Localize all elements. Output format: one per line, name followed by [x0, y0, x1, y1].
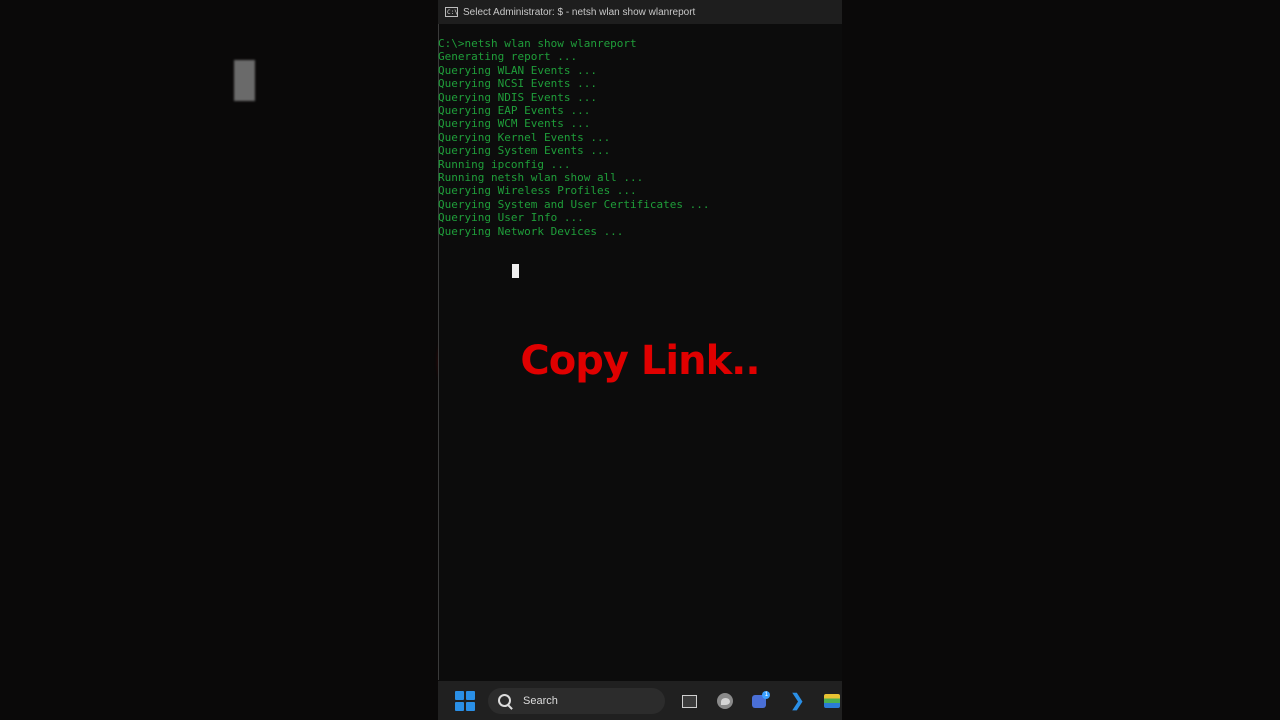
terminal-line: Running netsh wlan show all ...	[438, 171, 644, 185]
copy-link-caption: Copy Link..	[520, 338, 760, 384]
terminal-output[interactable]: C:\>netsh wlan show wlanreport Generatin…	[438, 37, 842, 238]
terminal-line: Querying Wireless Profiles ...	[438, 184, 637, 198]
windows-start-icon[interactable]	[455, 690, 475, 711]
text-cursor	[512, 264, 519, 278]
terminal-line: Querying WCM Events ...	[438, 117, 591, 131]
terminal-line: Querying NDIS Events ...	[438, 90, 597, 104]
taskbar-search-box[interactable]: Search	[488, 687, 665, 714]
terminal-line: C:\>netsh wlan show wlanreport	[438, 37, 637, 50]
vscode-icon[interactable]	[786, 691, 806, 711]
title-bar[interactable]: C:\ Select Administrator: $ - netsh wlan…	[438, 0, 842, 24]
terminal-line: Querying Kernel Events ...	[438, 130, 611, 144]
terminal-line: Generating report ...	[438, 50, 578, 64]
chat-icon[interactable]	[750, 690, 771, 711]
search-label: Search	[523, 694, 558, 707]
terminal-line: Querying User Info ...	[438, 211, 584, 225]
terminal-line: Querying System Events ...	[438, 144, 611, 158]
terminal-line: Querying System and User Certificates ..…	[438, 197, 710, 211]
terminal-line: Querying WLAN Events ...	[438, 63, 597, 77]
task-view-icon[interactable]	[679, 691, 699, 711]
window-title: Select Administrator: $ - netsh wlan sho…	[463, 6, 696, 18]
taskbar: Search	[438, 681, 842, 720]
terminal-line: Running ipconfig ...	[438, 157, 571, 171]
terminal-window: C:\ Select Administrator: $ - netsh wlan…	[438, 0, 842, 720]
terminal-line: Querying EAP Events ...	[438, 104, 591, 118]
edge-icon[interactable]	[715, 691, 735, 711]
blurred-cursor	[234, 60, 255, 101]
terminal-line: Querying NCSI Events ...	[438, 77, 597, 91]
terminal-line: Querying Network Devices ...	[438, 224, 624, 238]
terminal-icon: C:\	[445, 7, 458, 17]
layers-app-icon[interactable]	[822, 691, 842, 711]
search-icon	[498, 694, 511, 707]
